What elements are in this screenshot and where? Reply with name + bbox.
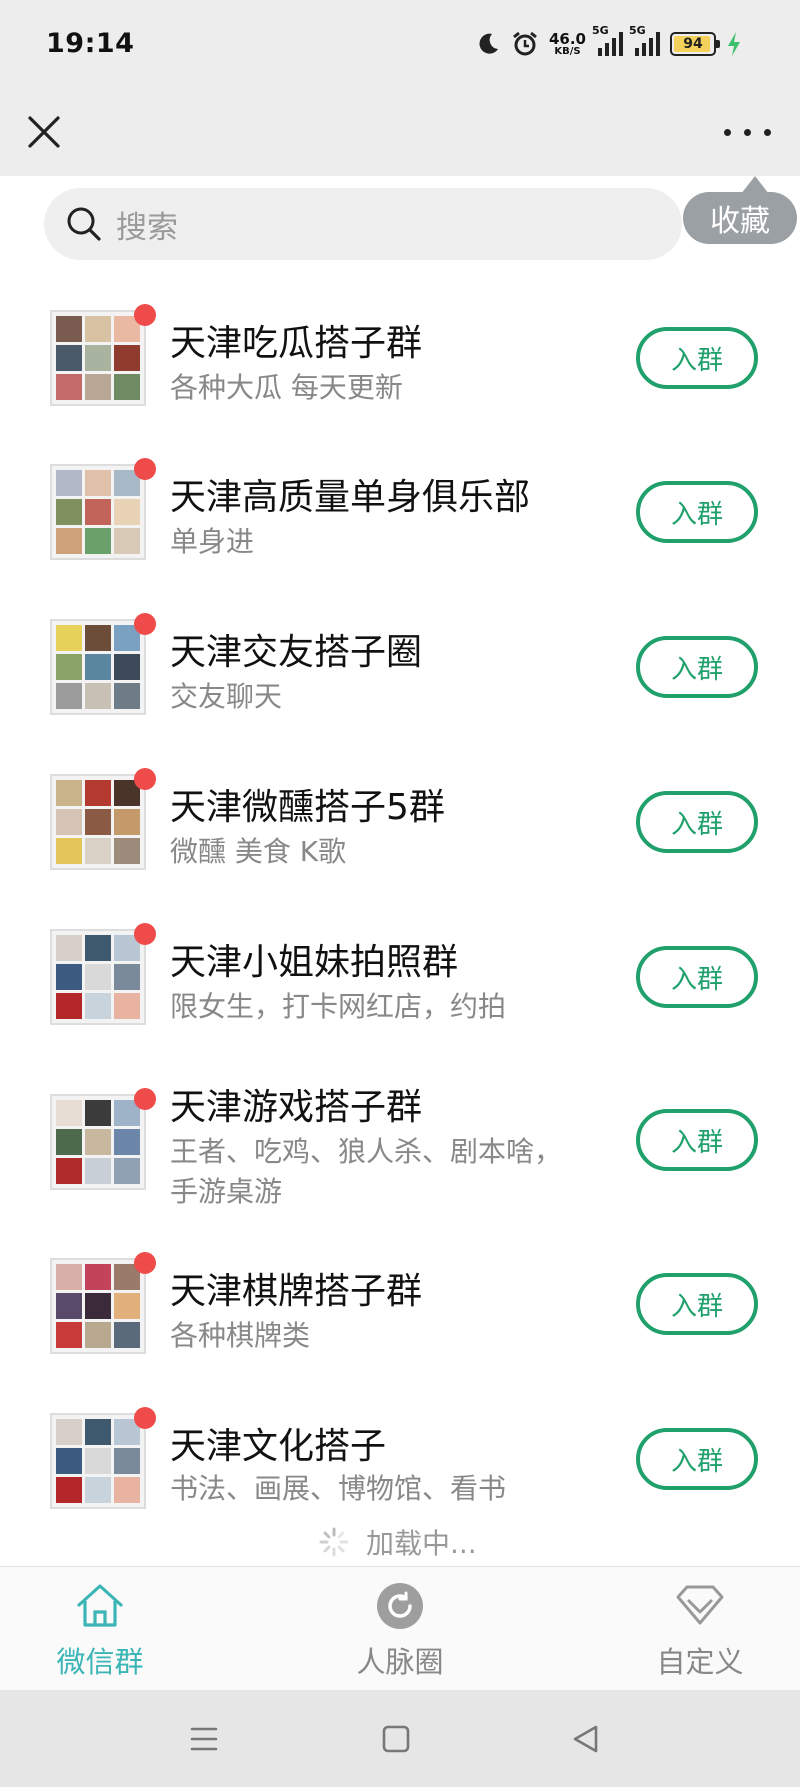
tab-custom[interactable]: 自定义	[625, 1579, 775, 1685]
group-description: 交友聊天	[170, 680, 283, 713]
group-description: 各种棋牌类	[170, 1319, 311, 1352]
status-icons: 46.0 KB/S 5G 5G 94	[475, 24, 742, 64]
group-description: 各种大瓜 每天更新	[170, 371, 403, 404]
search-icon	[67, 207, 101, 241]
spinner-icon	[319, 1527, 349, 1557]
sim2-label: 5G	[629, 24, 646, 37]
group-description: 王者、吃鸡、狼人杀、剧本啥，手游桌游	[170, 1135, 563, 1208]
battery-icon: 94	[670, 32, 720, 56]
group-avatar[interactable]	[50, 929, 146, 1025]
battery-level: 94	[683, 36, 703, 52]
status-bar: 19:14 46.0 KB/S 5G 5G 94	[0, 0, 800, 92]
more-dot	[744, 129, 751, 136]
unread-badge	[134, 768, 156, 790]
group-name: 天津微醺搭子5群	[170, 787, 445, 828]
status-time: 19:14	[46, 28, 135, 59]
network-speed-unit: KB/S	[554, 45, 581, 57]
search-placeholder: 搜索	[116, 209, 178, 246]
signal-icon-sim2: 5G	[629, 24, 660, 56]
sim1-label: 5G	[592, 24, 609, 37]
bottom-tab-bar: 微信群 人脉圈 自定义	[0, 1566, 800, 1690]
tab-label: 人脉圈	[356, 1645, 444, 1679]
network-speed-value: 46.0	[548, 29, 586, 48]
group-name: 天津吃瓜搭子群	[170, 323, 423, 364]
tab-label: 自定义	[656, 1645, 744, 1679]
join-group-button[interactable]: 入群	[636, 1428, 758, 1490]
join-group-button[interactable]: 入群	[636, 327, 758, 389]
house-icon	[77, 1584, 123, 1627]
loading-text: 加载中...	[366, 1527, 477, 1560]
group-avatar[interactable]	[50, 1413, 146, 1509]
signal-icon-sim1: 5G	[592, 24, 623, 56]
group-name: 天津小姐妹拍照群	[170, 942, 459, 983]
group-avatar[interactable]	[50, 464, 146, 560]
network-speed: 46.0 KB/S	[548, 29, 586, 57]
home-square-icon[interactable]	[376, 1720, 416, 1758]
charging-icon	[728, 32, 740, 56]
join-group-button[interactable]: 入群	[636, 1109, 758, 1171]
group-name: 天津交友搭子圈	[170, 632, 423, 673]
unread-badge	[134, 304, 156, 326]
group-name: 天津游戏搭子群	[170, 1087, 423, 1128]
group-name: 天津棋牌搭子群	[170, 1271, 423, 1312]
unread-badge	[134, 923, 156, 945]
system-nav-bar	[0, 1690, 800, 1787]
tab-wechat-groups[interactable]: 微信群	[25, 1579, 175, 1685]
group-description: 书法、画展、博物馆、看书	[170, 1472, 507, 1505]
tab-label: 微信群	[56, 1645, 144, 1679]
unread-badge	[134, 1088, 156, 1110]
unread-badge	[134, 1407, 156, 1429]
group-description: 限女生，打卡网红店，约拍	[170, 990, 507, 1023]
join-group-button[interactable]: 入群	[636, 636, 758, 698]
group-avatar[interactable]	[50, 310, 146, 406]
diamond-icon	[676, 1585, 724, 1625]
page-header	[0, 92, 800, 176]
favorite-label: 收藏	[710, 204, 770, 239]
tab-connections[interactable]: 人脉圈	[325, 1579, 475, 1685]
group-avatar[interactable]	[50, 619, 146, 715]
close-button[interactable]	[22, 110, 66, 154]
more-button[interactable]	[722, 114, 774, 150]
group-description: 单身进	[170, 525, 255, 558]
group-name: 天津高质量单身俱乐部	[170, 477, 531, 518]
alarm-icon	[513, 31, 537, 56]
loading-indicator: 加载中...	[318, 1522, 477, 1562]
unread-badge	[134, 613, 156, 635]
group-avatar[interactable]	[50, 774, 146, 870]
group-description: 微醺 美食 K歌	[170, 835, 347, 868]
circle-refresh-icon	[377, 1583, 423, 1629]
back-triangle-icon[interactable]	[566, 1720, 606, 1758]
join-group-button[interactable]: 入群	[636, 946, 758, 1008]
moon-icon	[479, 33, 498, 54]
search-bar[interactable]: 搜索	[44, 188, 682, 260]
group-name: 天津文化搭子	[170, 1426, 387, 1467]
more-dots-icon	[724, 129, 731, 136]
close-icon	[28, 116, 60, 148]
unread-badge	[134, 458, 156, 480]
group-avatar[interactable]	[50, 1258, 146, 1354]
more-dot	[764, 129, 771, 136]
unread-badge	[134, 1252, 156, 1274]
join-group-button[interactable]: 入群	[636, 1273, 758, 1335]
join-group-button[interactable]: 入群	[636, 791, 758, 853]
favorite-tooltip[interactable]: 收藏	[683, 176, 797, 244]
join-group-button[interactable]: 入群	[636, 481, 758, 543]
menu-icon[interactable]	[184, 1720, 224, 1758]
group-avatar[interactable]	[50, 1094, 146, 1190]
